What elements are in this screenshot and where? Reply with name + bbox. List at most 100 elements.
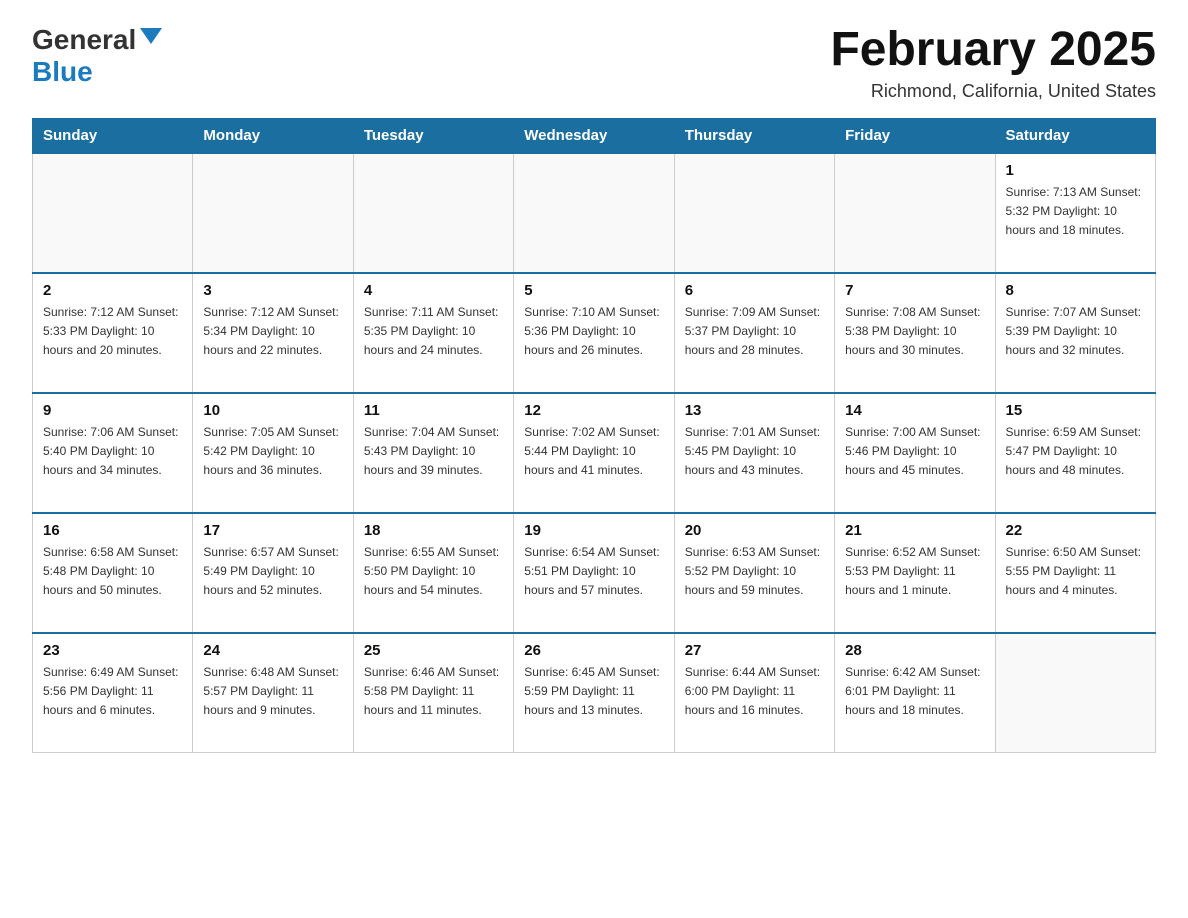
day-number: 3 <box>203 282 342 299</box>
day-number: 4 <box>364 282 503 299</box>
day-info: Sunrise: 6:49 AM Sunset: 5:56 PM Dayligh… <box>43 663 182 721</box>
day-info: Sunrise: 6:59 AM Sunset: 5:47 PM Dayligh… <box>1006 423 1145 481</box>
day-number: 28 <box>845 642 984 659</box>
day-info: Sunrise: 7:02 AM Sunset: 5:44 PM Dayligh… <box>524 423 663 481</box>
day-number: 11 <box>364 402 503 419</box>
day-info: Sunrise: 7:07 AM Sunset: 5:39 PM Dayligh… <box>1006 303 1145 361</box>
calendar-cell <box>193 153 353 273</box>
location-subtitle: Richmond, California, United States <box>830 81 1156 102</box>
calendar-cell: 26 Sunrise: 6:45 AM Sunset: 5:59 PM Dayli… <box>514 633 674 753</box>
logo: General Blue <box>32 24 162 88</box>
calendar-cell: 12 Sunrise: 7:02 AM Sunset: 5:44 PM Dayli… <box>514 393 674 513</box>
day-number: 10 <box>203 402 342 419</box>
day-info: Sunrise: 7:01 AM Sunset: 5:45 PM Dayligh… <box>685 423 824 481</box>
day-of-week-header: Wednesday <box>514 118 674 153</box>
day-of-week-header: Thursday <box>674 118 834 153</box>
calendar-cell <box>514 153 674 273</box>
calendar-cell: 1 Sunrise: 7:13 AM Sunset: 5:32 PM Daylig… <box>995 153 1155 273</box>
day-info: Sunrise: 6:54 AM Sunset: 5:51 PM Dayligh… <box>524 543 663 601</box>
calendar-cell: 18 Sunrise: 6:55 AM Sunset: 5:50 PM Dayli… <box>353 513 513 633</box>
day-number: 1 <box>1006 162 1145 179</box>
calendar-cell: 20Sunrise: 6:53 AM Sunset: 5:52 PM Dayli… <box>674 513 834 633</box>
calendar-cell: 7 Sunrise: 7:08 AM Sunset: 5:38 PM Daylig… <box>835 273 995 393</box>
logo-arrow-icon <box>140 28 162 53</box>
day-number: 18 <box>364 522 503 539</box>
day-info: Sunrise: 6:44 AM Sunset: 6:00 PM Dayligh… <box>685 663 824 721</box>
calendar-cell: 24 Sunrise: 6:48 AM Sunset: 5:57 PM Dayli… <box>193 633 353 753</box>
day-of-week-header: Monday <box>193 118 353 153</box>
calendar-cell: 15 Sunrise: 6:59 AM Sunset: 5:47 PM Dayli… <box>995 393 1155 513</box>
day-number: 14 <box>845 402 984 419</box>
day-number: 23 <box>43 642 182 659</box>
calendar-body: 1 Sunrise: 7:13 AM Sunset: 5:32 PM Daylig… <box>33 153 1156 753</box>
calendar-cell <box>33 153 193 273</box>
calendar-cell <box>835 153 995 273</box>
calendar-cell: 28Sunrise: 6:42 AM Sunset: 6:01 PM Dayli… <box>835 633 995 753</box>
title-block: February 2025 Richmond, California, Unit… <box>830 24 1156 102</box>
calendar-cell: 3 Sunrise: 7:12 AM Sunset: 5:34 PM Daylig… <box>193 273 353 393</box>
day-of-week-header: Friday <box>835 118 995 153</box>
day-number: 25 <box>364 642 503 659</box>
day-number: 27 <box>685 642 824 659</box>
day-info: Sunrise: 6:48 AM Sunset: 5:57 PM Dayligh… <box>203 663 342 721</box>
day-number: 21 <box>845 522 984 539</box>
day-info: Sunrise: 7:00 AM Sunset: 5:46 PM Dayligh… <box>845 423 984 481</box>
day-of-week-header: Tuesday <box>353 118 513 153</box>
day-info: Sunrise: 7:08 AM Sunset: 5:38 PM Dayligh… <box>845 303 984 361</box>
calendar-week-row: 1 Sunrise: 7:13 AM Sunset: 5:32 PM Daylig… <box>33 153 1156 273</box>
day-info: Sunrise: 7:04 AM Sunset: 5:43 PM Dayligh… <box>364 423 503 481</box>
day-info: Sunrise: 7:05 AM Sunset: 5:42 PM Dayligh… <box>203 423 342 481</box>
day-number: 6 <box>685 282 824 299</box>
logo-blue-text: Blue <box>32 56 93 87</box>
calendar-cell: 13 Sunrise: 7:01 AM Sunset: 5:45 PM Dayli… <box>674 393 834 513</box>
calendar-cell: 25Sunrise: 6:46 AM Sunset: 5:58 PM Dayli… <box>353 633 513 753</box>
day-number: 9 <box>43 402 182 419</box>
calendar-cell: 6 Sunrise: 7:09 AM Sunset: 5:37 PM Daylig… <box>674 273 834 393</box>
day-number: 15 <box>1006 402 1145 419</box>
day-number: 20 <box>685 522 824 539</box>
calendar-week-row: 9 Sunrise: 7:06 AM Sunset: 5:40 PM Daylig… <box>33 393 1156 513</box>
calendar-cell <box>353 153 513 273</box>
day-info: Sunrise: 7:09 AM Sunset: 5:37 PM Dayligh… <box>685 303 824 361</box>
day-number: 5 <box>524 282 663 299</box>
day-info: Sunrise: 7:13 AM Sunset: 5:32 PM Dayligh… <box>1006 183 1145 241</box>
day-info: Sunrise: 6:50 AM Sunset: 5:55 PM Dayligh… <box>1006 543 1145 601</box>
day-of-week-header: Saturday <box>995 118 1155 153</box>
day-number: 13 <box>685 402 824 419</box>
calendar-week-row: 2Sunrise: 7:12 AM Sunset: 5:33 PM Daylig… <box>33 273 1156 393</box>
calendar-cell: 11 Sunrise: 7:04 AM Sunset: 5:43 PM Dayli… <box>353 393 513 513</box>
page-header: General Blue February 2025 Richmond, Cal… <box>32 24 1156 102</box>
day-info: Sunrise: 7:06 AM Sunset: 5:40 PM Dayligh… <box>43 423 182 481</box>
month-title: February 2025 <box>830 24 1156 77</box>
calendar-cell <box>674 153 834 273</box>
calendar-cell: 9 Sunrise: 7:06 AM Sunset: 5:40 PM Daylig… <box>33 393 193 513</box>
day-number: 2 <box>43 282 182 299</box>
day-info: Sunrise: 6:52 AM Sunset: 5:53 PM Dayligh… <box>845 543 984 601</box>
day-info: Sunrise: 7:11 AM Sunset: 5:35 PM Dayligh… <box>364 303 503 361</box>
calendar-cell: 21 Sunrise: 6:52 AM Sunset: 5:53 PM Dayli… <box>835 513 995 633</box>
calendar-cell: 17Sunrise: 6:57 AM Sunset: 5:49 PM Dayli… <box>193 513 353 633</box>
day-number: 19 <box>524 522 663 539</box>
day-info: Sunrise: 7:12 AM Sunset: 5:34 PM Dayligh… <box>203 303 342 361</box>
day-number: 26 <box>524 642 663 659</box>
calendar-cell <box>995 633 1155 753</box>
calendar-cell: 4 Sunrise: 7:11 AM Sunset: 5:35 PM Daylig… <box>353 273 513 393</box>
calendar-cell: 2Sunrise: 7:12 AM Sunset: 5:33 PM Daylig… <box>33 273 193 393</box>
calendar-cell: 27 Sunrise: 6:44 AM Sunset: 6:00 PM Dayli… <box>674 633 834 753</box>
day-number: 24 <box>203 642 342 659</box>
day-info: Sunrise: 6:55 AM Sunset: 5:50 PM Dayligh… <box>364 543 503 601</box>
calendar-cell: 19 Sunrise: 6:54 AM Sunset: 5:51 PM Dayli… <box>514 513 674 633</box>
calendar-week-row: 16 Sunrise: 6:58 AM Sunset: 5:48 PM Dayli… <box>33 513 1156 633</box>
calendar-cell: 16 Sunrise: 6:58 AM Sunset: 5:48 PM Dayli… <box>33 513 193 633</box>
day-number: 7 <box>845 282 984 299</box>
day-info: Sunrise: 6:45 AM Sunset: 5:59 PM Dayligh… <box>524 663 663 721</box>
day-number: 16 <box>43 522 182 539</box>
day-info: Sunrise: 7:10 AM Sunset: 5:36 PM Dayligh… <box>524 303 663 361</box>
calendar-cell: 8Sunrise: 7:07 AM Sunset: 5:39 PM Daylig… <box>995 273 1155 393</box>
day-info: Sunrise: 6:58 AM Sunset: 5:48 PM Dayligh… <box>43 543 182 601</box>
day-number: 12 <box>524 402 663 419</box>
calendar-cell: 23 Sunrise: 6:49 AM Sunset: 5:56 PM Dayli… <box>33 633 193 753</box>
day-of-week-header: Sunday <box>33 118 193 153</box>
calendar-cell: 10 Sunrise: 7:05 AM Sunset: 5:42 PM Dayli… <box>193 393 353 513</box>
logo-general-text: General <box>32 24 136 56</box>
